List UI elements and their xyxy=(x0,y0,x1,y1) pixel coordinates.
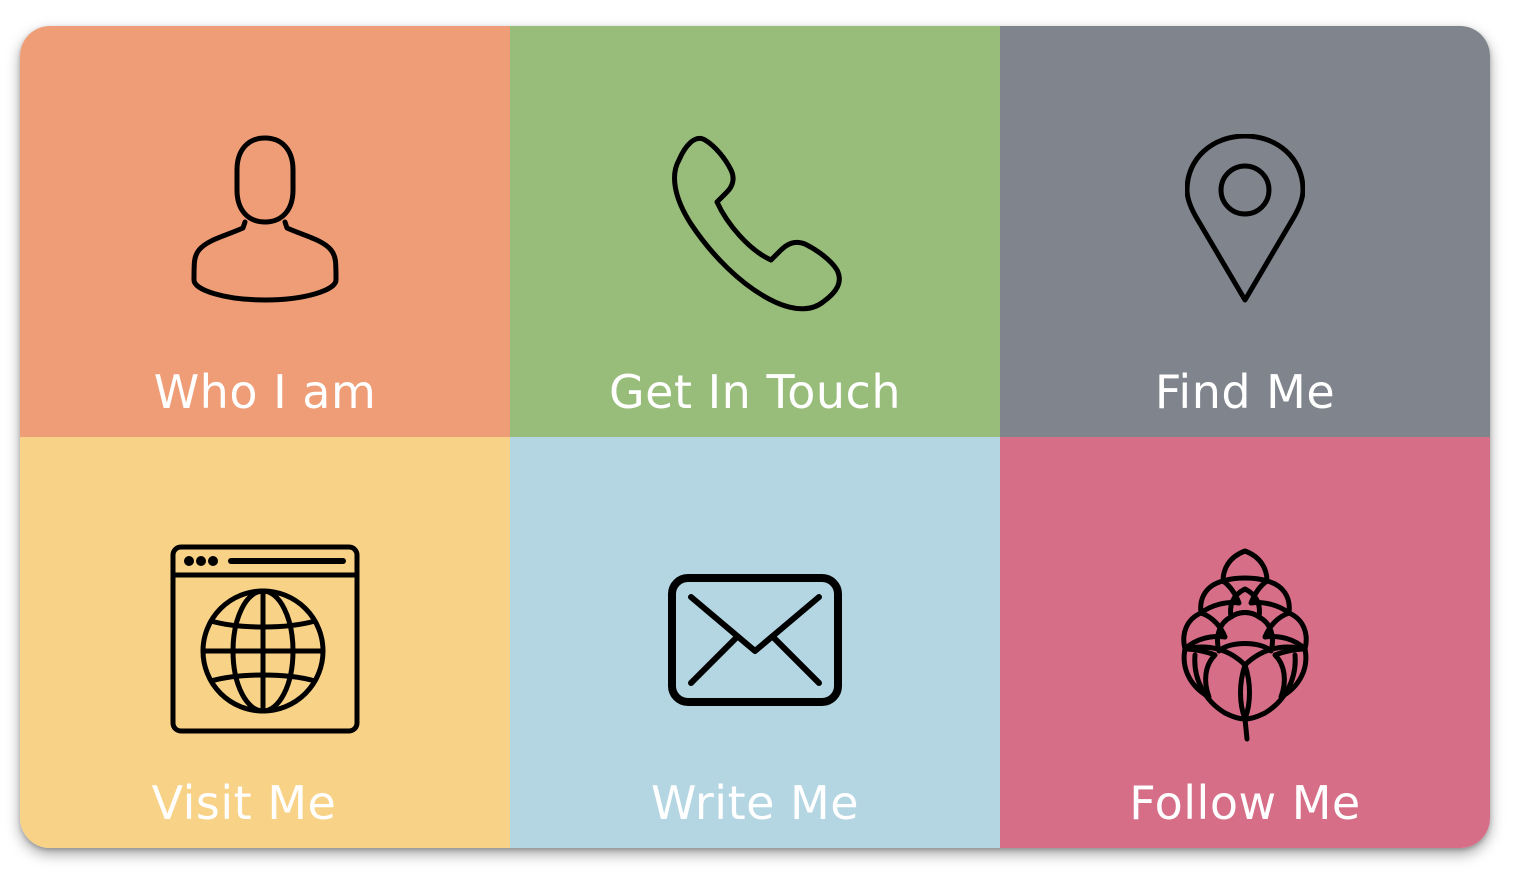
tile-label: Visit Me xyxy=(151,776,337,830)
tile-label: Follow Me xyxy=(1129,776,1361,830)
tile-label: Who I am xyxy=(153,365,377,419)
web-globe-icon xyxy=(169,543,361,735)
phone-icon xyxy=(665,134,845,312)
tile-get-in-touch[interactable]: Get In Touch xyxy=(510,26,1000,437)
hop-icon xyxy=(1175,547,1315,743)
tile-find-me[interactable]: Find Me xyxy=(1000,26,1490,437)
tile-follow-me[interactable]: Follow Me xyxy=(1000,437,1490,848)
tile-who-i-am[interactable]: Who I am xyxy=(20,26,510,437)
tile-grid: Who I am Get In Touch Find Me Visit Me W… xyxy=(20,26,1490,848)
tile-label: Find Me xyxy=(1154,365,1336,419)
tile-visit-me[interactable]: Visit Me xyxy=(20,437,510,848)
location-pin-icon xyxy=(1185,134,1305,304)
tile-label: Write Me xyxy=(650,776,860,830)
tile-label: Get In Touch xyxy=(609,365,901,419)
tile-write-me[interactable]: Write Me xyxy=(510,437,1000,848)
user-icon xyxy=(185,134,345,304)
envelope-icon xyxy=(667,573,843,707)
